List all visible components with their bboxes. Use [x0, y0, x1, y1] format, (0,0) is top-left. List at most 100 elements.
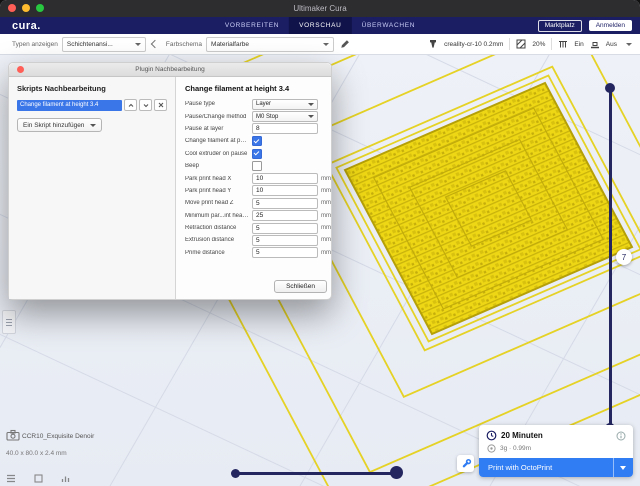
zoom-window-button[interactable] [36, 4, 44, 12]
add-script-label: Ein Skript hinzufügen [23, 122, 84, 129]
post-processing-dialog: Plugin Nachbearbeitung Skripts Nachbearb… [8, 62, 332, 300]
park-print-head-y-input[interactable] [252, 185, 318, 196]
simulation-slider-handle[interactable] [390, 466, 403, 479]
marketplace-button[interactable]: Marktplatz [538, 20, 582, 32]
infill-value: 20% [532, 41, 545, 48]
divider [509, 38, 510, 50]
wrench-icon [460, 458, 472, 470]
print-summary-panel: 20 Minuten 3g · 0.99m Print with OctoPri… [479, 425, 633, 477]
unit-label: mm [321, 213, 331, 219]
print-time-estimate: 20 Minuten [501, 431, 543, 440]
model-name-label: CCR10_Exquisite Denoir [22, 433, 94, 440]
retraction-distance-input[interactable] [252, 223, 318, 234]
move-script-down-button[interactable] [139, 99, 152, 111]
caret-down-icon [308, 103, 314, 106]
layer-slider-track[interactable] [609, 88, 612, 428]
move-print-head-z-input[interactable] [252, 198, 318, 209]
field-label: Extrusion distance [185, 237, 252, 243]
form-row: Park print head Y mm [185, 185, 331, 197]
cool-extruder-on-pause-checkbox[interactable] [252, 149, 262, 159]
support-icon [558, 39, 568, 49]
tab-ueberwachen[interactable]: ÜBERWACHEN [352, 17, 426, 34]
close-window-button[interactable] [8, 4, 16, 12]
remove-script-button[interactable] [154, 99, 167, 111]
field-label: Move print head Z [185, 200, 252, 206]
view-type-dropdown[interactable]: Schichtenansi... [62, 37, 146, 52]
caret-down-icon [626, 43, 632, 46]
form-row: Move print head Z mm [185, 197, 331, 209]
field-label: Pause/Change method [185, 114, 252, 120]
unit-label: mm [321, 250, 331, 256]
connection-settings-button[interactable] [457, 455, 474, 472]
divider [551, 38, 552, 50]
simulation-slider-track[interactable] [237, 472, 397, 475]
field-label: Beep [185, 163, 252, 169]
prime-distance-input[interactable] [252, 247, 318, 258]
print-with-octoprint-button[interactable]: Print with OctoPrint [479, 458, 633, 477]
change-filament-at-pause-checkbox[interactable] [252, 136, 262, 146]
print-settings-summary[interactable]: creality-cr-10 0.2mm 20% Ein Aus [428, 38, 632, 50]
stage-tabs: VORBEREITEN VORSCHAU ÜBERWACHEN [215, 17, 425, 34]
macos-titlebar: Ultimaker Cura [0, 0, 640, 17]
minimize-window-button[interactable] [22, 4, 30, 12]
field-label: Change filament at pause [185, 138, 252, 144]
window-title: Ultimaker Cura [293, 4, 346, 13]
script-settings-pane: Change filament at height 3.4 Pause type… [176, 77, 336, 299]
adhesion-icon [590, 39, 600, 49]
dialog-title: Plugin Nachbearbeitung [135, 66, 204, 73]
cura-logo: cura. [12, 20, 41, 32]
signin-button[interactable]: Anmelden [589, 20, 632, 31]
main-header: cura. VORBEREITEN VORSCHAU ÜBERWACHEN Ma… [0, 17, 640, 34]
tab-vorschau[interactable]: VORSCHAU [289, 17, 351, 34]
minimum-print-head-z-input[interactable] [252, 210, 318, 221]
field-label: Retraction distance [185, 225, 252, 231]
field-label: Cool extruder on pause [185, 151, 252, 157]
dialog-close-button[interactable] [17, 66, 24, 73]
model-dimensions-label: 40.0 x 80.0 x 2.4 mm [6, 450, 67, 457]
extrusion-distance-input[interactable] [252, 235, 318, 246]
color-scheme-dropdown[interactable]: Materialfarbe [206, 37, 334, 52]
form-row: Beep [185, 160, 331, 172]
field-label: Prime distance [185, 250, 252, 256]
edit-pencil-icon[interactable] [340, 39, 350, 49]
pause-change-method-select[interactable]: M0 Stop [252, 111, 318, 122]
script-row: Change filament at height 3.4 [17, 99, 167, 111]
add-script-button[interactable]: Ein Skript hinzufügen [17, 118, 102, 132]
left-toolbar-handle[interactable] [2, 310, 16, 334]
unit-label: mm [321, 176, 331, 182]
print-options-chevron[interactable] [613, 458, 633, 477]
dialog-close-action-button[interactable]: Schließen [274, 280, 327, 293]
script-list-item[interactable]: Change filament at height 3.4 [17, 100, 122, 111]
stats-icon[interactable] [61, 474, 70, 483]
material-estimate: 3g · 0.99m [500, 445, 531, 452]
field-label: Minimum par...int head Z [185, 213, 252, 219]
tab-vorbereiten[interactable]: VORBEREITEN [215, 17, 289, 34]
chevron-left-icon[interactable] [151, 40, 159, 48]
form-row: Pause/Change method M0 Stop [185, 110, 331, 122]
snapshot-camera-icon[interactable] [6, 429, 20, 441]
field-label: Pause type [185, 101, 252, 107]
current-layer-value: 7 [622, 253, 626, 262]
unit-label: mm [321, 225, 331, 231]
info-icon[interactable] [616, 431, 626, 441]
script-detail-title: Change filament at height 3.4 [185, 84, 331, 93]
move-script-up-button[interactable] [124, 99, 137, 111]
layer-slider-top-handle[interactable] [605, 83, 615, 93]
pause-type-select[interactable]: Layer [252, 99, 318, 110]
caret-down-icon [323, 43, 329, 46]
unit-label: mm [321, 188, 331, 194]
caret-down-icon [308, 115, 314, 118]
chevron-down-icon [620, 466, 626, 470]
form-row: Park print head X mm [185, 172, 331, 184]
field-label: Park print head Y [185, 188, 252, 194]
beep-checkbox[interactable] [252, 161, 262, 171]
dialog-titlebar[interactable]: Plugin Nachbearbeitung [9, 63, 331, 77]
current-layer-indicator[interactable]: 7 [616, 249, 632, 265]
pause-at-layer-input[interactable] [252, 123, 318, 134]
scripts-list-pane: Skripts Nachbearbeitung Change filament … [9, 77, 176, 299]
park-print-head-x-input[interactable] [252, 173, 318, 184]
object-list-icon[interactable] [6, 474, 16, 483]
cube-icon[interactable] [34, 474, 43, 483]
simulation-slider-start-dot [231, 469, 240, 478]
form-row: Prime distance mm [185, 247, 331, 259]
